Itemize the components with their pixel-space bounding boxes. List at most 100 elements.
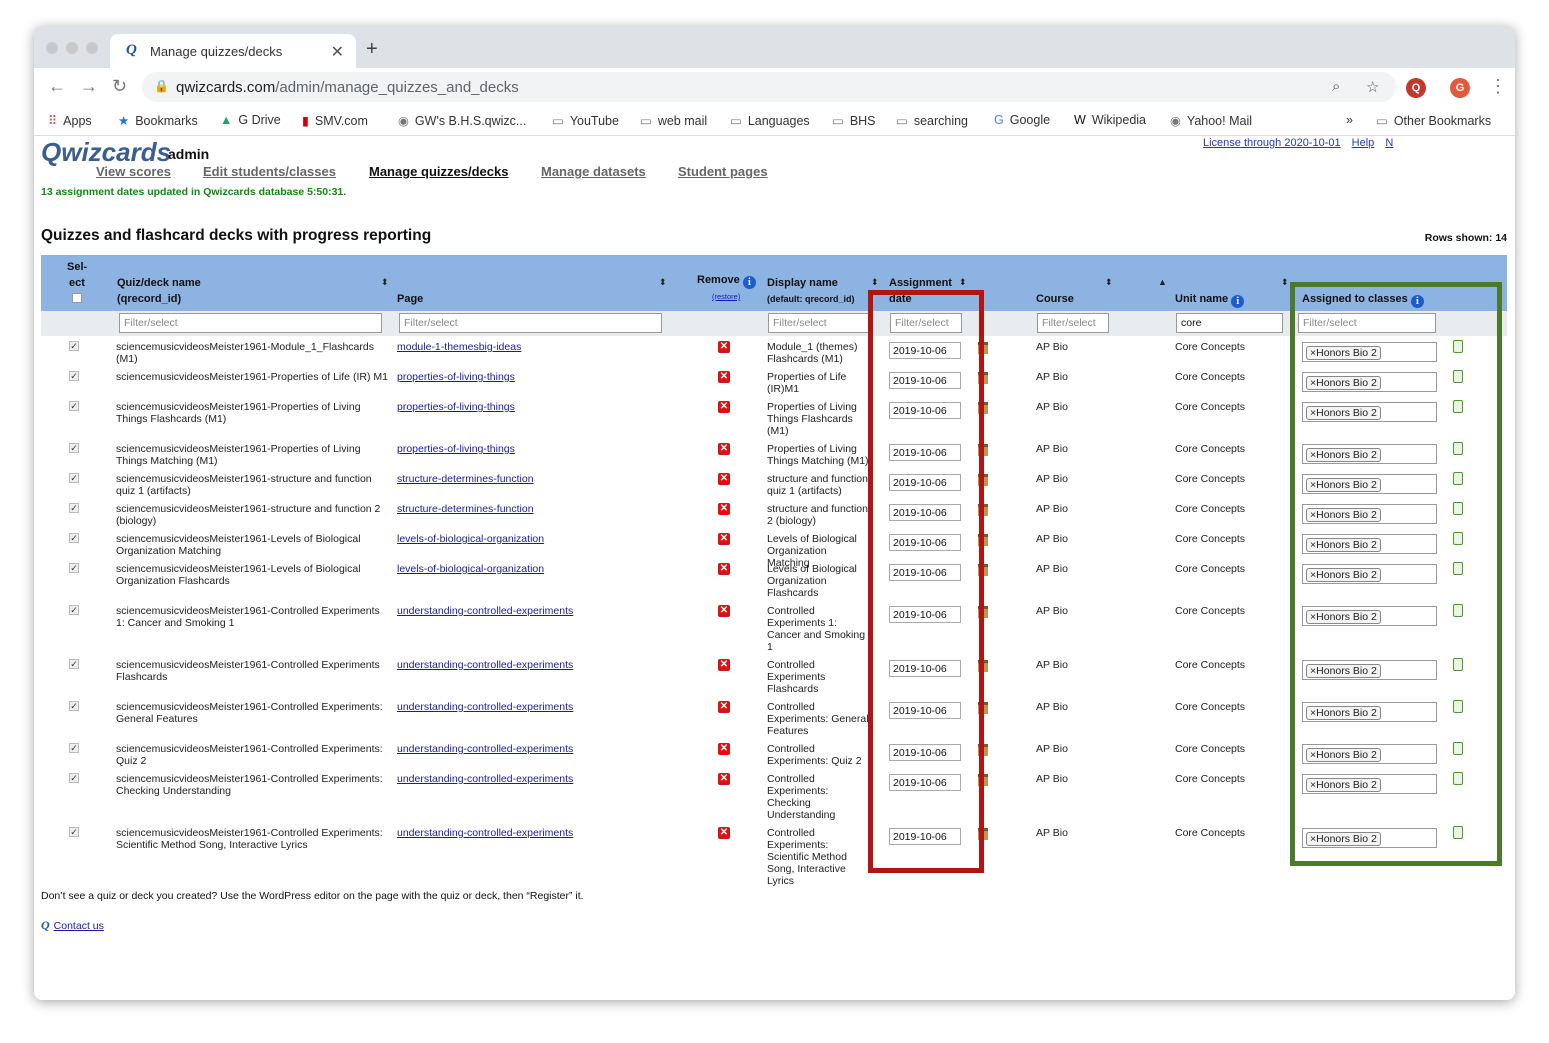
course-sort-icon[interactable]: ⬍	[1105, 277, 1113, 288]
row-checkbox[interactable]: ✓	[69, 503, 79, 513]
page-link[interactable]: understanding-controlled-experiments	[397, 773, 573, 785]
menu-icon[interactable]: ⋮	[1489, 76, 1507, 97]
row-checkbox[interactable]: ✓	[69, 827, 79, 837]
row-checkbox[interactable]: ✓	[69, 371, 79, 381]
help-link[interactable]: Help	[1352, 137, 1375, 149]
page-header[interactable]: Page	[397, 292, 423, 306]
remove-icon[interactable]: ✕	[718, 827, 730, 839]
unit-sort-icon[interactable]: ⬍	[1281, 277, 1289, 288]
row-checkbox[interactable]: ✓	[69, 401, 79, 411]
page-sort-icon[interactable]: ⬍	[659, 277, 667, 288]
star-icon[interactable]: ☆	[1366, 78, 1379, 96]
page-filter-input[interactable]: Filter/select	[399, 313, 662, 333]
row-checkbox[interactable]: ✓	[69, 533, 79, 543]
assignment-header[interactable]: Assignment	[889, 276, 952, 290]
bookmark-bookmarks[interactable]: ★ Bookmarks	[118, 113, 198, 128]
nav-view-scores[interactable]: View scores	[96, 164, 171, 179]
page-link[interactable]: structure-determines-function	[397, 503, 534, 515]
page-link[interactable]: levels-of-biological-organization	[397, 533, 544, 545]
bookmarks-overflow-icon[interactable]: »	[1346, 113, 1353, 127]
quiz-sort-icon[interactable]: ⬍	[381, 277, 389, 288]
bookmark-youtube[interactable]: ▭ YouTube	[552, 113, 619, 128]
remove-icon[interactable]: ✕	[718, 503, 730, 515]
bookmark-smv[interactable]: ▮ SMV.com	[302, 113, 368, 128]
bookmark-apps[interactable]: ⠿ Apps	[48, 113, 92, 128]
row-checkbox[interactable]: ✓	[69, 443, 79, 453]
bookmark-g-drive[interactable]: ▲ G Drive	[220, 113, 281, 127]
page-link[interactable]: properties-of-living-things	[397, 371, 515, 383]
nav-manage-quizzes[interactable]: Manage quizzes/decks	[369, 164, 508, 179]
unit-header[interactable]: Unit name i	[1175, 292, 1245, 308]
row-checkbox[interactable]: ✓	[69, 563, 79, 573]
page-link[interactable]: understanding-controlled-experiments	[397, 827, 573, 839]
row-checkbox[interactable]: ✓	[69, 659, 79, 669]
restore-link[interactable]: (restore)	[712, 290, 740, 304]
page-link[interactable]: levels-of-biological-organization	[397, 563, 544, 575]
page-link[interactable]: understanding-controlled-experiments	[397, 701, 573, 713]
display-sort-icon[interactable]: ⬍	[871, 277, 879, 288]
url-bar[interactable]: 🔒 qwizcards.com/admin/manage_quizzes_and…	[142, 72, 1396, 102]
assignment-sort-icon[interactable]: ⬍	[959, 277, 967, 288]
row-checkbox[interactable]: ✓	[69, 743, 79, 753]
row-checkbox[interactable]: ✓	[69, 605, 79, 615]
page-link[interactable]: module-1-themesbig-ideas	[397, 341, 521, 353]
remove-icon[interactable]: ✕	[718, 533, 730, 545]
page-link[interactable]: understanding-controlled-experiments	[397, 743, 573, 755]
contact-link[interactable]: Contact us	[54, 920, 104, 932]
quiz-header[interactable]: Quiz/deck name	[117, 276, 201, 290]
course-header[interactable]: Course	[1036, 292, 1074, 306]
remove-icon[interactable]: ✕	[718, 701, 730, 713]
course-filter-input[interactable]: Filter/select	[1037, 313, 1109, 333]
remove-icon[interactable]: ✕	[718, 341, 730, 353]
remove-icon[interactable]: ✕	[718, 605, 730, 617]
license-link[interactable]: License through 2020-10-01	[1203, 137, 1341, 149]
nav-edit-students[interactable]: Edit students/classes	[203, 164, 336, 179]
extra-link[interactable]: N	[1385, 137, 1393, 149]
bookmark-other[interactable]: ▭ Other Bookmarks	[1376, 113, 1491, 128]
row-checkbox[interactable]: ✓	[69, 773, 79, 783]
remove-icon[interactable]: ✕	[718, 443, 730, 455]
remove-icon[interactable]: ✕	[718, 773, 730, 785]
display-header[interactable]: Display name	[767, 276, 838, 290]
window-controls[interactable]	[46, 41, 106, 59]
bookmark-web-mail[interactable]: ▭ web mail	[640, 113, 707, 128]
unit-info-icon[interactable]: i	[1231, 295, 1245, 308]
bookmark-bhs[interactable]: ▭ BHS	[832, 113, 876, 128]
new-tab-icon[interactable]: +	[366, 38, 378, 61]
bookmark-gws[interactable]: ◉ GW's B.H.S.qwizc...	[398, 113, 526, 128]
row-checkbox[interactable]: ✓	[69, 473, 79, 483]
remove-info-icon[interactable]: i	[742, 276, 756, 289]
bookmark-wikipedia[interactable]: W Wikipedia	[1074, 113, 1146, 127]
row-checkbox[interactable]: ✓	[69, 701, 79, 711]
remove-icon[interactable]: ✕	[718, 743, 730, 755]
remove-icon[interactable]: ✕	[718, 401, 730, 413]
course-sort-up-icon[interactable]: ▲	[1158, 277, 1167, 287]
forward-icon[interactable]: →	[80, 76, 98, 97]
bookmark-google[interactable]: G Google	[994, 113, 1050, 127]
reload-icon[interactable]: ↻	[112, 76, 127, 97]
page-link[interactable]: understanding-controlled-experiments	[397, 659, 573, 671]
nav-student-pages[interactable]: Student pages	[678, 164, 768, 179]
bookmark-searching[interactable]: ▭ searching	[896, 113, 968, 128]
active-tab[interactable]: Q Manage quizzes/decks ✕	[110, 34, 356, 68]
page-link[interactable]: understanding-controlled-experiments	[397, 605, 573, 617]
remove-icon[interactable]: ✕	[718, 371, 730, 383]
row-checkbox[interactable]: ✓	[69, 341, 79, 351]
remove-icon[interactable]: ✕	[718, 563, 730, 575]
profile-avatar[interactable]: G	[1450, 78, 1470, 98]
remove-icon[interactable]: ✕	[718, 473, 730, 485]
bookmark-yahoo-mail[interactable]: ◉ Yahoo! Mail	[1170, 113, 1252, 128]
nav-manage-datasets[interactable]: Manage datasets	[541, 164, 646, 179]
remove-icon[interactable]: ✕	[718, 659, 730, 671]
page-link[interactable]: structure-determines-function	[397, 473, 534, 485]
back-icon[interactable]: ←	[48, 76, 66, 97]
close-tab-icon[interactable]: ✕	[331, 42, 344, 62]
bookmark-languages[interactable]: ▭ Languages	[730, 113, 810, 128]
zoom-icon[interactable]: ⌕	[1332, 78, 1340, 95]
unit-filter-input[interactable]: core	[1176, 313, 1283, 333]
quiz-filter-input[interactable]: Filter/select	[119, 313, 382, 333]
page-link[interactable]: properties-of-living-things	[397, 443, 515, 455]
page-link[interactable]: properties-of-living-things	[397, 401, 515, 413]
extension-icon[interactable]: Q	[1406, 78, 1426, 98]
select-all-checkbox[interactable]	[72, 293, 82, 303]
